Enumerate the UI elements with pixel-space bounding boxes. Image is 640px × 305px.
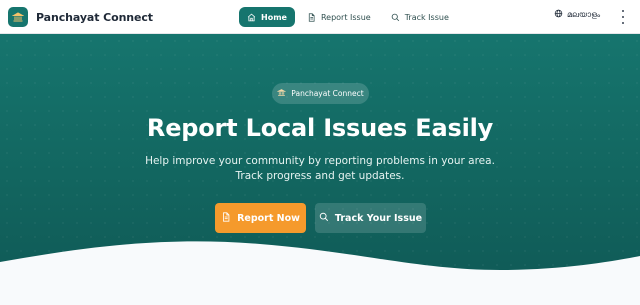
home-icon [247, 13, 256, 22]
globe-icon [554, 9, 563, 20]
nav-report-issue-label: Report Issue [320, 12, 371, 22]
hero-wave-divider [0, 241, 640, 305]
top-navbar: Panchayat Connect Home Report Issue Trac… [0, 0, 640, 34]
brand-name: Panchayat Connect [36, 10, 153, 24]
language-switcher[interactable]: മലയാളം [554, 9, 600, 20]
nav-home-label: Home [261, 12, 287, 22]
brand-home-link[interactable]: Panchayat Connect [8, 7, 153, 27]
nav-track-issue[interactable]: Track Issue [383, 7, 457, 27]
language-label: മലയാളം [567, 9, 601, 19]
nav-track-issue-label: Track Issue [404, 12, 449, 22]
hero-section: Panchayat Connect Report Local Issues Ea… [0, 34, 640, 305]
nav-report-issue[interactable]: Report Issue [299, 7, 379, 27]
nav-links: Home Report Issue Track Issue [239, 7, 457, 27]
bank-icon [8, 7, 28, 27]
document-icon [307, 12, 316, 22]
kebab-menu-icon[interactable] [620, 10, 626, 24]
nav-home[interactable]: Home [239, 7, 295, 27]
search-icon [391, 13, 400, 22]
